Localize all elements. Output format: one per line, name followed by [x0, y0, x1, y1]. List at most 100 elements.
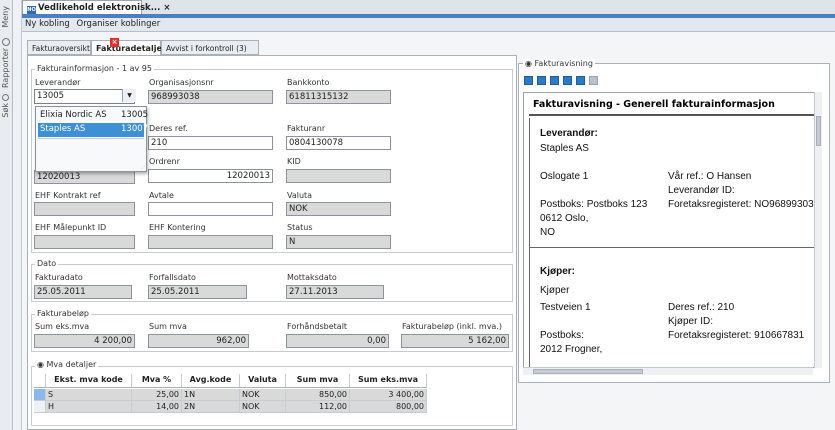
- invoice-preview: Fakturavisning - Generell fakturainforma…: [523, 92, 819, 368]
- orgnr-field: 968993038: [148, 90, 273, 104]
- leverandor-id: Leverandør ID:: [668, 185, 735, 196]
- chevron-down-icon[interactable]: ▼: [122, 89, 136, 102]
- resize-grip-icon[interactable]: ⋰: [141, 163, 147, 170]
- row-indicator[interactable]: [34, 389, 46, 401]
- close-tab-icon[interactable]: ×: [163, 3, 170, 13]
- cell-mva-pct: 14,00: [132, 401, 182, 413]
- scroll-thumb[interactable]: [816, 116, 821, 146]
- ehf-malepunkt-label: EHF Målepunkt ID: [35, 223, 107, 232]
- popup-divider: [38, 138, 144, 139]
- kid-label: KID: [287, 157, 301, 166]
- col-sum-mva[interactable]: Sum mva: [286, 374, 350, 388]
- preview-horizontal-scrollbar[interactable]: [523, 367, 813, 375]
- rail-rapporter[interactable]: Rapporter: [1, 48, 12, 88]
- col-sum-eks-mva[interactable]: Sum eks.mva: [350, 374, 427, 388]
- save-icon[interactable]: [550, 76, 559, 85]
- preview-legend: ◉ Fakturavisning: [523, 59, 595, 68]
- collapse-icon[interactable]: ◉: [525, 59, 532, 68]
- col-valuta[interactable]: Valuta: [240, 374, 286, 388]
- ehf-kontrakt-field: [34, 202, 135, 216]
- preview-legend-text: Fakturavisning: [534, 59, 593, 68]
- kjoper-name: Kjøper: [540, 285, 570, 296]
- leverandor-name: Staples AS: [540, 143, 589, 154]
- supplier-option-elixia[interactable]: Elixia Nordic AS 13005: [38, 109, 148, 123]
- cell-sum-mva: 850,00: [286, 389, 350, 401]
- tab-fakturaoversikt[interactable]: Fakturaoversikt: [27, 40, 91, 55]
- close-popup-icon[interactable]: ×: [110, 38, 119, 47]
- avtale-field[interactable]: [148, 202, 273, 216]
- mva-legend-text: Mva detaljer: [46, 360, 97, 369]
- total-label: Fakturabeløp (inkl. mva.): [402, 322, 502, 331]
- invoice-info-legend: Fakturainformasjon - 1 av 95: [35, 64, 154, 73]
- supplier-option-staples[interactable]: Staples AS 13007: [38, 123, 148, 137]
- cell-kode: S: [46, 389, 132, 401]
- leverandor-land: NO: [540, 227, 555, 238]
- fakturanr-field[interactable]: 0804130078: [286, 136, 391, 150]
- sum-mva-label: Sum mva: [149, 322, 187, 331]
- ehf-kontrakt-label: EHF Kontrakt ref: [35, 191, 101, 200]
- document-tab-title: Vedlikehold elektronisk...: [38, 3, 161, 13]
- leverandor-foretak: Foretaksregisteret: NO968993038: [668, 199, 819, 210]
- mottaksdato-field: 27.11.2013: [286, 285, 384, 299]
- kjoper-postboks: Postboks:: [540, 330, 584, 341]
- leverandor-postboks: Postboks: Postboks 123: [540, 199, 648, 210]
- total-field: 5 162,00: [401, 334, 509, 348]
- col-mva-pct[interactable]: Mva %: [132, 374, 182, 388]
- leverandor-postnr: 0612 Oslo,: [540, 213, 589, 224]
- option-name: Elixia Nordic AS: [40, 110, 107, 120]
- ehf-kontering-field: [148, 235, 273, 249]
- supplier-dropdown-list: Elixia Nordic AS 13005 Staples AS 13007: [35, 106, 148, 172]
- first-page-icon[interactable]: [524, 76, 533, 85]
- ehf-malepunkt-field: [34, 235, 135, 249]
- document-icon: NO: [27, 6, 36, 14]
- preview-page: Leverandør: Staples AS Oslogate 1 Vår re…: [529, 118, 819, 367]
- kid-field: [286, 169, 391, 183]
- cell-kode: H: [46, 401, 132, 413]
- document-tab[interactable]: NO Vedlikehold elektronisk... ×: [22, 0, 170, 14]
- scroll-thumb[interactable]: [533, 369, 643, 374]
- row-indicator: [34, 374, 46, 388]
- tab-fakturadetaljer[interactable]: Fakturadetaljer: [91, 40, 166, 56]
- sum-eks-label: Sum eks.mva: [35, 322, 90, 331]
- kjoper-heading: Kjøper:: [540, 266, 575, 277]
- col-avg-kode[interactable]: Avg.kode: [182, 374, 240, 388]
- cell-valuta: NOK: [240, 401, 286, 413]
- ordrenr-label: Ordrenr: [149, 157, 180, 166]
- ordre-left-field: 12020013: [34, 170, 135, 184]
- status-field: N: [286, 235, 391, 249]
- bankkonto-field: 61811315132: [286, 90, 391, 104]
- belop-legend: Fakturabeløp: [35, 309, 91, 318]
- leverandor-combo[interactable]: 13005 ▼: [34, 89, 136, 104]
- leverandor-value[interactable]: 13005: [34, 89, 135, 104]
- export-icon: [589, 76, 598, 85]
- tab-avvist[interactable]: Avvist i forkontroll (3): [161, 40, 259, 55]
- avtale-label: Avtale: [149, 191, 174, 200]
- prev-page-icon[interactable]: [537, 76, 546, 85]
- cell-sum-eks: 3 400,00: [350, 389, 427, 401]
- deres-ref-field[interactable]: 210: [148, 136, 273, 150]
- search-icon: [2, 94, 9, 101]
- menu-ny-kobling[interactable]: Ny kobling: [25, 19, 70, 29]
- ehf-kontering-label: EHF Kontering: [149, 223, 206, 232]
- cell-sum-eks: 800,00: [350, 401, 427, 413]
- cell-avg-kode: 2N: [182, 401, 240, 413]
- orgnr-label: Organisasjonsnr: [149, 78, 214, 87]
- forhand-label: Forhåndsbetalt: [287, 322, 348, 331]
- collapse-icon[interactable]: ◉: [37, 360, 44, 369]
- valuta-field: NOK: [286, 202, 391, 216]
- zoom-icon[interactable]: [576, 76, 585, 85]
- ordrenr-field[interactable]: 12020013: [148, 169, 273, 183]
- col-ekst-mva-kode[interactable]: Ekst. mva kode: [46, 374, 132, 388]
- dato-legend: Dato: [35, 259, 59, 268]
- print-icon[interactable]: [563, 76, 572, 85]
- cell-sum-mva: 112,00: [286, 401, 350, 413]
- option-code: 13005: [121, 110, 149, 120]
- kjoper-id: Kjøper ID:: [668, 316, 714, 327]
- cell-avg-kode: 1N: [182, 389, 240, 401]
- row-indicator[interactable]: [34, 401, 46, 413]
- menu-organiser-koblinger[interactable]: Organiser koblinger: [77, 19, 161, 29]
- rail-meny[interactable]: Meny: [1, 6, 12, 28]
- fakturanr-label: Fakturanr: [287, 124, 326, 133]
- rail-sok[interactable]: Søk: [1, 103, 12, 118]
- preview-vertical-scrollbar[interactable]: [814, 92, 822, 368]
